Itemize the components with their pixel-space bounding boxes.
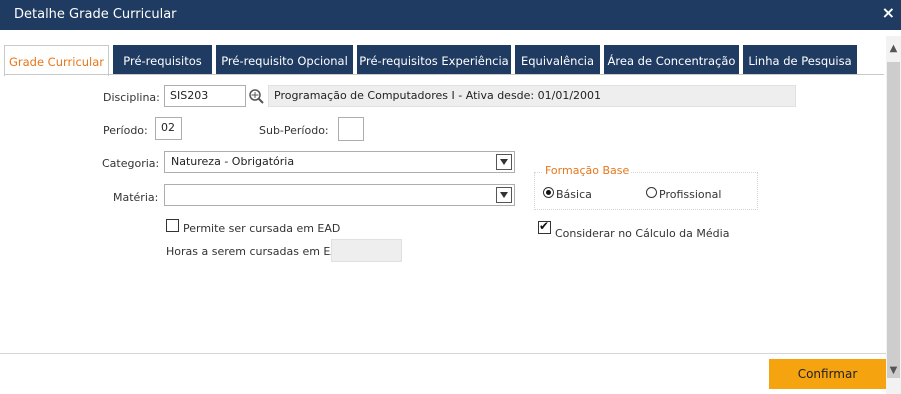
- materia-select[interactable]: [164, 184, 515, 206]
- tab-area-concentracao[interactable]: Área de Concentração: [604, 45, 739, 75]
- formacao-base-legend: Formação Base: [543, 164, 632, 177]
- periodo-label: Período:: [103, 124, 148, 137]
- horas-ead-input[interactable]: [331, 239, 402, 262]
- chevron-down-icon[interactable]: [496, 154, 512, 170]
- subperiodo-input[interactable]: [338, 117, 364, 141]
- tab-grade-curricular[interactable]: Grade Curricular: [4, 45, 109, 76]
- disciplina-code-input[interactable]: SIS203: [164, 85, 246, 107]
- ead-checkbox[interactable]: [166, 219, 179, 232]
- vertical-scrollbar[interactable]: ▲ ▼: [886, 36, 901, 394]
- categoria-label: Categoria:: [102, 157, 160, 170]
- ead-label: Permite ser cursada em EAD: [183, 222, 341, 235]
- close-icon[interactable]: ×: [882, 4, 895, 22]
- dialog: Detalhe Grade Curricular × Grade Curricu…: [0, 0, 901, 394]
- checkmark-icon: ✔: [539, 219, 550, 233]
- tab-linha-pesquisa[interactable]: Linha de Pesquisa: [743, 45, 857, 75]
- window-title: Detalhe Grade Curricular: [14, 7, 177, 22]
- footer-divider: [0, 353, 886, 354]
- radio-basica-label: Básica: [556, 188, 592, 201]
- scroll-up-icon[interactable]: ▲: [886, 42, 901, 56]
- scroll-down-icon[interactable]: ▼: [886, 364, 901, 378]
- radio-profissional[interactable]: [646, 187, 657, 198]
- materia-label: Matéria:: [113, 191, 159, 204]
- search-icon[interactable]: [248, 87, 266, 105]
- horas-ead-label: Horas a serem cursadas em EAD:: [166, 245, 351, 258]
- title-bar: Detalhe Grade Curricular ×: [0, 0, 901, 30]
- categoria-value: Natureza - Obrigatória: [171, 155, 295, 168]
- tab-pre-requisitos-experiencia[interactable]: Pré-requisitos Experiência: [357, 45, 511, 75]
- tab-pre-requisitos[interactable]: Pré-requisitos: [113, 45, 212, 75]
- media-label: Considerar no Cálculo da Média: [555, 227, 730, 240]
- scrollbar-thumb[interactable]: [887, 62, 900, 378]
- radio-profissional-label: Profissional: [659, 188, 722, 201]
- categoria-select[interactable]: Natureza - Obrigatória: [164, 151, 515, 173]
- disciplina-description: Programação de Computadores I - Ativa de…: [268, 85, 796, 107]
- tab-equivalencia[interactable]: Equivalência: [515, 45, 600, 75]
- subperiodo-label: Sub-Período:: [259, 124, 329, 137]
- disciplina-label: Disciplina:: [103, 91, 160, 104]
- radio-basica[interactable]: [543, 187, 554, 198]
- tab-divider: [4, 74, 884, 75]
- confirm-button[interactable]: Confirmar: [769, 359, 886, 389]
- media-checkbox[interactable]: ✔: [538, 219, 551, 234]
- chevron-down-icon[interactable]: [496, 187, 512, 203]
- periodo-input[interactable]: 02: [155, 117, 182, 140]
- tab-pre-requisito-opcional[interactable]: Pré-requisito Opcional: [216, 45, 353, 75]
